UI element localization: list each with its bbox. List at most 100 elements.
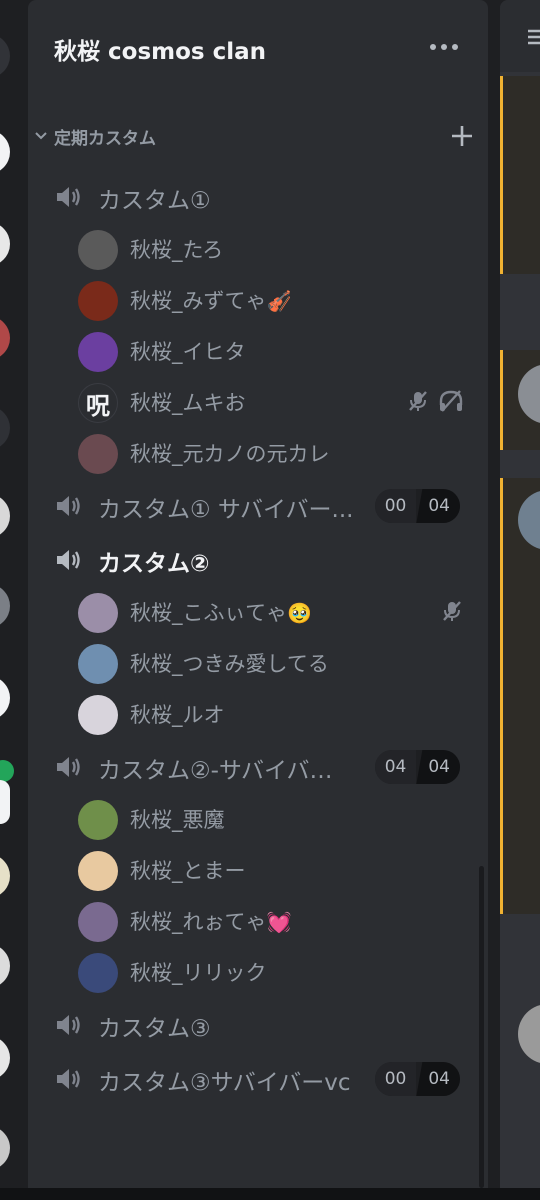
member-name-text: 秋桜_ルオ [130, 703, 225, 727]
speaker-icon [54, 753, 82, 781]
member-name: 秋桜_ルオ [130, 699, 225, 729]
avatar[interactable] [78, 953, 118, 993]
voice-channel-name: カスタム② [98, 551, 210, 577]
member-name-text: 秋桜_つきみ愛してる [130, 652, 329, 676]
server-icon[interactable] [0, 676, 10, 720]
server-icon[interactable] [0, 34, 10, 78]
avatar[interactable] [78, 593, 118, 633]
voice-member[interactable]: 呪秋桜_ムキお [28, 377, 488, 428]
voice-channel[interactable]: カスタム③ [28, 998, 488, 1052]
channel-list: カスタム① 秋桜_たろ秋桜_みずてゃ🎻 秋桜_イヒタ呪秋桜_ムキお秋桜_元カノの元カ… [28, 170, 488, 1106]
user-count: 00 [374, 489, 417, 523]
member-name: 秋桜_みずてゃ🎻 [130, 285, 291, 315]
avatar[interactable] [78, 434, 118, 474]
member-name-text: 秋桜_悪魔 [130, 808, 225, 832]
voice-member[interactable]: 秋桜_リリック [28, 947, 488, 998]
member-name: 秋桜_とまー [130, 855, 246, 885]
avatar[interactable] [518, 1004, 540, 1064]
voice-channel[interactable]: カスタム① [28, 170, 488, 224]
avatar[interactable] [78, 230, 118, 270]
server-list [0, 0, 28, 1200]
member-name: 秋桜_元カノの元カレ [130, 438, 330, 468]
voice-channel-name: カスタム②-サバイバ… [98, 758, 333, 784]
voice-channel-name: カスタム③サバイバーvc [98, 1070, 351, 1096]
channel-sidebar: 秋桜 cosmos clan 定期カスタム カスタム① 秋桜_たろ秋桜_みずてゃ🎻… [28, 0, 488, 1188]
voice-status [440, 599, 464, 623]
voice-channel[interactable]: カスタム③サバイバーvc 00 04 [28, 1052, 488, 1106]
more-dots-icon[interactable] [428, 32, 460, 62]
server-icon[interactable] [0, 944, 10, 988]
member-name-text: 秋桜_たろ [130, 238, 224, 262]
category-header[interactable]: 定期カスタム [28, 114, 488, 158]
server-icon[interactable] [0, 1036, 10, 1080]
voice-channel[interactable]: カスタム① サバイバー... 00 04 [28, 479, 488, 533]
scrollbar[interactable] [479, 866, 484, 1188]
category-label[interactable]: 定期カスタム [54, 124, 156, 149]
avatar[interactable] [78, 902, 118, 942]
member-name-text: 秋桜_元カノの元カレ [130, 442, 330, 466]
avatar[interactable] [78, 695, 118, 735]
voice-member[interactable]: 秋桜_つきみ愛してる [28, 638, 488, 689]
member-name-text: 秋桜_こふぃてゃ [130, 601, 288, 625]
headphones-deafened-icon [438, 389, 464, 413]
highlighted-message [500, 76, 540, 274]
user-limit: 04 [416, 1062, 460, 1096]
voice-member[interactable]: 秋桜_ルオ [28, 689, 488, 740]
voice-channel[interactable]: カスタム② [28, 533, 488, 587]
user-count: 04 [374, 750, 417, 784]
server-icon[interactable] [0, 584, 10, 628]
server-icon[interactable] [0, 316, 10, 360]
user-limit: 04 [416, 750, 460, 784]
avatar[interactable] [78, 800, 118, 840]
hamburger-icon[interactable] [528, 28, 540, 50]
avatar[interactable]: 呪 [78, 383, 118, 423]
plus-icon[interactable] [446, 120, 478, 152]
member-name: 秋桜_リリック [130, 957, 267, 987]
voice-member[interactable]: 秋桜_元カノの元カレ [28, 428, 488, 479]
user-count-badge: 04 04 [374, 750, 460, 784]
voice-member[interactable]: 秋桜_こふぃてゃ🥹 [28, 587, 488, 638]
voice-status [406, 389, 464, 413]
server-icon[interactable] [0, 406, 10, 450]
member-name: 秋桜_れぉてゃ💓 [130, 906, 291, 936]
member-name-text: 秋桜_ムキお [130, 391, 246, 415]
voice-channel-name: カスタム① サバイバー... [98, 497, 354, 523]
member-name-text: 秋桜_みずてゃ [130, 289, 267, 313]
server-icon[interactable] [0, 130, 10, 174]
server-header[interactable]: 秋桜 cosmos clan [28, 0, 488, 96]
server-name[interactable]: 秋桜 cosmos clan [54, 32, 266, 66]
server-icon[interactable] [0, 222, 10, 266]
status-emoji: 🎻 [266, 289, 292, 313]
member-name: 秋桜_つきみ愛してる [130, 648, 329, 678]
member-name: 秋桜_悪魔 [130, 804, 225, 834]
voice-member[interactable]: 秋桜_みずてゃ🎻 [28, 275, 488, 326]
voice-channel[interactable]: カスタム②-サバイバ… 04 04 [28, 740, 488, 794]
member-name: 秋桜_たろ [130, 234, 223, 264]
server-icon[interactable] [0, 780, 10, 824]
voice-member[interactable]: 秋桜_とまー [28, 845, 488, 896]
user-count-badge: 00 04 [374, 489, 460, 523]
server-icon[interactable] [0, 1126, 10, 1170]
server-icon[interactable] [0, 494, 10, 538]
status-emoji: 🥹 [287, 601, 312, 625]
mic-muted-icon [440, 599, 464, 623]
voice-member[interactable]: 秋桜_悪魔 [28, 794, 488, 845]
server-icon[interactable] [0, 854, 10, 898]
chat-header [500, 0, 540, 72]
avatar[interactable] [78, 281, 118, 321]
avatar[interactable] [78, 644, 118, 684]
member-name-text: 秋桜_イヒタ [130, 340, 246, 364]
user-count: 00 [374, 1062, 417, 1096]
voice-member[interactable]: 秋桜_たろ [28, 224, 488, 275]
member-name: 秋桜_ムキお [130, 387, 246, 417]
chat-pane [500, 0, 540, 1200]
chevron-down-icon[interactable] [34, 126, 48, 146]
avatar-glyph: 呪 [86, 391, 110, 420]
voice-member[interactable]: 秋桜_れぉてゃ💓 [28, 896, 488, 947]
avatar[interactable] [78, 851, 118, 891]
voice-member[interactable]: 秋桜_イヒタ [28, 326, 488, 377]
member-name-text: 秋桜_れぉてゃ [130, 910, 267, 934]
voice-channel-name: カスタム③ [98, 1016, 211, 1042]
status-emoji: 💓 [266, 910, 292, 934]
avatar[interactable] [78, 332, 118, 372]
